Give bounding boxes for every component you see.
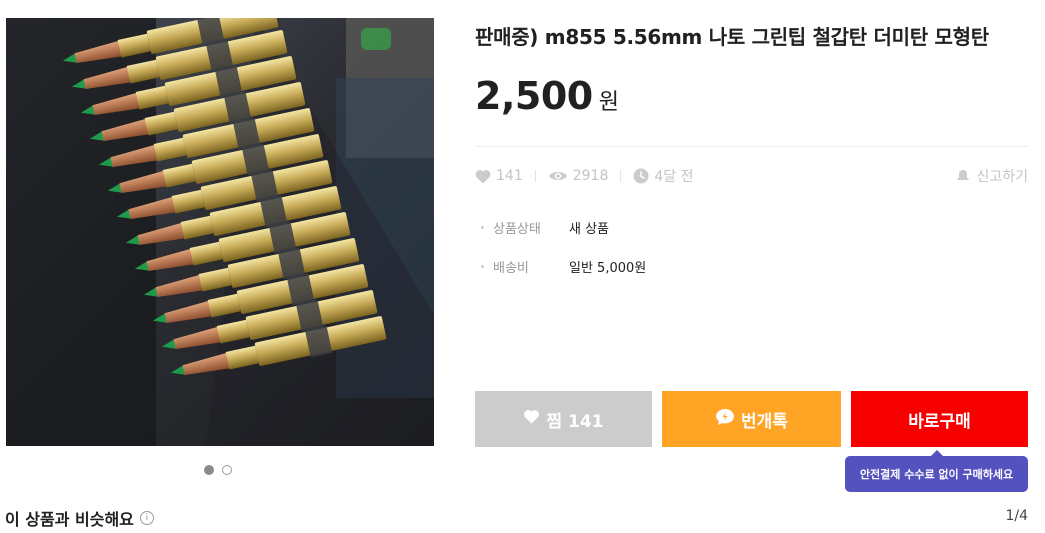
- posted-time: 4달 전: [654, 169, 694, 185]
- product-image[interactable]: [6, 18, 434, 446]
- stat-separator: [534, 170, 536, 182]
- price-amount: 2,500: [475, 74, 593, 118]
- product-title: 판매중) m855 5.56mm 나토 그린팁 철갑탄 더미탄 모형탄: [475, 25, 989, 49]
- carousel-dot-1[interactable]: [204, 465, 214, 475]
- image-carousel-dots: [204, 465, 232, 475]
- clock-icon: [633, 168, 649, 184]
- likes-count: 141: [496, 168, 523, 184]
- likes-stat: 141: [475, 168, 523, 184]
- siren-icon: [956, 167, 970, 185]
- similar-pager: 1/4: [1005, 508, 1028, 524]
- info-icon[interactable]: i: [139, 511, 154, 525]
- info-value: 일반 5,000원: [569, 260, 647, 276]
- similar-heading: 이 상품과 비슷해요: [5, 510, 134, 529]
- info-row-condition: 상품상태 새 상품: [481, 218, 646, 237]
- info-value: 새 상품: [569, 221, 610, 237]
- product-price: 2,500 원: [475, 74, 619, 118]
- stat-separator: [620, 170, 622, 182]
- product-stats: 141 2918 4달 전: [475, 166, 694, 186]
- chat-button[interactable]: 번개톡: [662, 391, 841, 447]
- like-button[interactable]: 찜 141: [475, 391, 652, 447]
- like-button-label: 찜 141: [546, 411, 604, 432]
- report-label: 신고하기: [976, 169, 1028, 185]
- info-row-shipping: 배송비 일반 5,000원: [481, 257, 647, 276]
- time-stat: 4달 전: [633, 166, 694, 186]
- product-info-list: 상품상태 새 상품 배송비 일반 5,000원: [481, 218, 646, 296]
- views-stat: 2918: [548, 168, 609, 184]
- divider: [475, 146, 1028, 147]
- views-count: 2918: [572, 168, 609, 184]
- bullet: [481, 264, 484, 268]
- info-label: 상품상태: [493, 221, 541, 237]
- similar-products-header: 이 상품과 비슷해요 i: [5, 506, 154, 530]
- price-unit: 원: [598, 90, 619, 115]
- buy-now-button[interactable]: 바로구매: [851, 391, 1028, 447]
- heart-icon: [475, 169, 491, 184]
- safe-payment-tooltip: 안전결제 수수료 없이 구매하세요: [845, 450, 1028, 492]
- buy-button-label: 바로구매: [908, 411, 971, 432]
- chat-bubble-icon: [715, 408, 735, 431]
- carousel-dot-2[interactable]: [222, 465, 232, 475]
- bullet: [481, 225, 484, 229]
- report-button[interactable]: 신고하기: [956, 166, 1028, 186]
- heart-icon: [523, 409, 540, 429]
- chat-button-label: 번개톡: [741, 411, 788, 432]
- eye-icon: [548, 169, 568, 183]
- info-label: 배송비: [493, 260, 529, 276]
